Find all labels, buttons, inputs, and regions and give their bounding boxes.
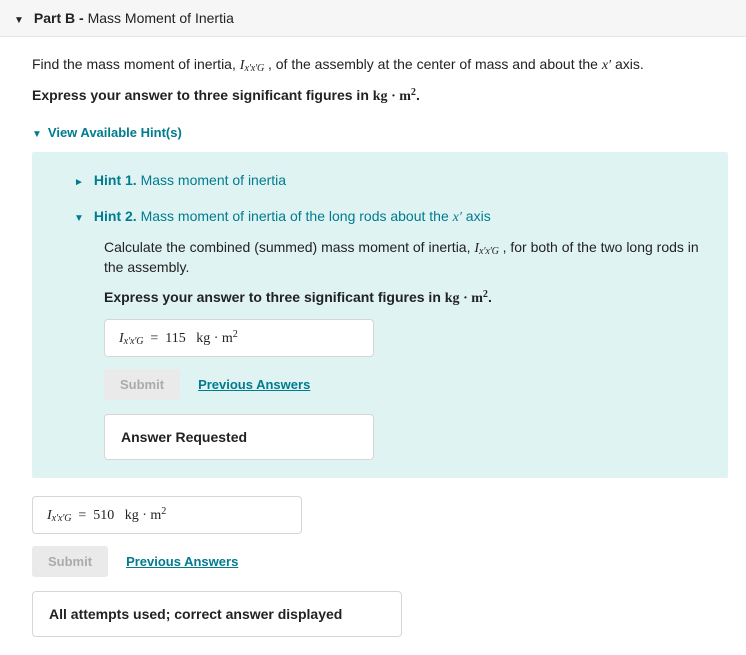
- symbol-I: Ix′x′G: [474, 241, 498, 256]
- hint2-direction-prefix: Express your answer to three significant…: [104, 289, 445, 305]
- direction-prefix: Express your answer to three significant…: [32, 87, 373, 103]
- hint-2-previous-answers-link[interactable]: Previous Answers: [198, 377, 310, 392]
- hint-2-label: Hint 2.: [94, 208, 137, 224]
- part-title: Part B - Mass Moment of Inertia: [34, 10, 234, 26]
- symbol-I: Ix′x′G: [240, 58, 264, 73]
- chevron-down-icon: [74, 208, 84, 224]
- hint-2-answer-display: Ix′x′G = 115 kg · m2: [104, 319, 374, 357]
- main-submit-button[interactable]: Submit: [32, 546, 108, 577]
- direction-text: Express your answer to three significant…: [32, 86, 728, 107]
- part-name: Mass Moment of Inertia: [88, 10, 234, 26]
- hint-1-label: Hint 1.: [94, 172, 137, 188]
- unit-expr: kg · m2: [373, 89, 416, 104]
- axis-var: x′: [602, 58, 611, 73]
- part-header[interactable]: Part B - Mass Moment of Inertia: [0, 0, 746, 37]
- hint-2-body: Calculate the combined (summed) mass mom…: [48, 232, 712, 460]
- view-hints-toggle[interactable]: View Available Hint(s): [32, 125, 182, 140]
- hint-2-direction: Express your answer to three significant…: [104, 288, 712, 309]
- hint-2-answer-value: 115: [165, 331, 185, 346]
- main-answer-value: 510: [93, 508, 114, 523]
- hint-1-header[interactable]: Hint 1. Mass moment of inertia: [48, 166, 712, 194]
- hint-2-header[interactable]: Hint 2. Mass moment of inertia of the lo…: [48, 202, 712, 232]
- part-content: Find the mass moment of inertia, Ix′x′G …: [0, 37, 746, 655]
- main-answer-block: Ix′x′G = 510 kg · m2 Submit Previous Ans…: [32, 496, 728, 637]
- hints-panel: Hint 1. Mass moment of inertia Hint 2. M…: [32, 152, 728, 478]
- prompt-post: axis.: [611, 56, 644, 72]
- hint2-desc-pre: Calculate the combined (summed) mass mom…: [104, 239, 474, 255]
- prompt-pre: Find the mass moment of inertia,: [32, 56, 240, 72]
- chevron-right-icon: [74, 172, 84, 188]
- hint-2-submit-button[interactable]: Submit: [104, 369, 180, 400]
- part-prefix: Part B -: [34, 10, 84, 26]
- hint-2-title: Mass moment of inertia of the long rods …: [141, 208, 491, 224]
- main-previous-answers-link[interactable]: Previous Answers: [126, 554, 238, 569]
- chevron-down-icon: [32, 125, 42, 140]
- main-answer-display: Ix′x′G = 510 kg · m2: [32, 496, 302, 534]
- hints-toggle-label: View Available Hint(s): [48, 125, 182, 140]
- prompt-text: Find the mass moment of inertia, Ix′x′G …: [32, 55, 728, 76]
- collapse-icon: [14, 10, 24, 26]
- hint-1-title: Mass moment of inertia: [141, 172, 287, 188]
- hint-2-status: Answer Requested: [104, 414, 374, 460]
- prompt-mid: , of the assembly at the center of mass …: [264, 56, 602, 72]
- main-status: All attempts used; correct answer displa…: [32, 591, 402, 637]
- hint-2-description: Calculate the combined (summed) mass mom…: [104, 238, 712, 278]
